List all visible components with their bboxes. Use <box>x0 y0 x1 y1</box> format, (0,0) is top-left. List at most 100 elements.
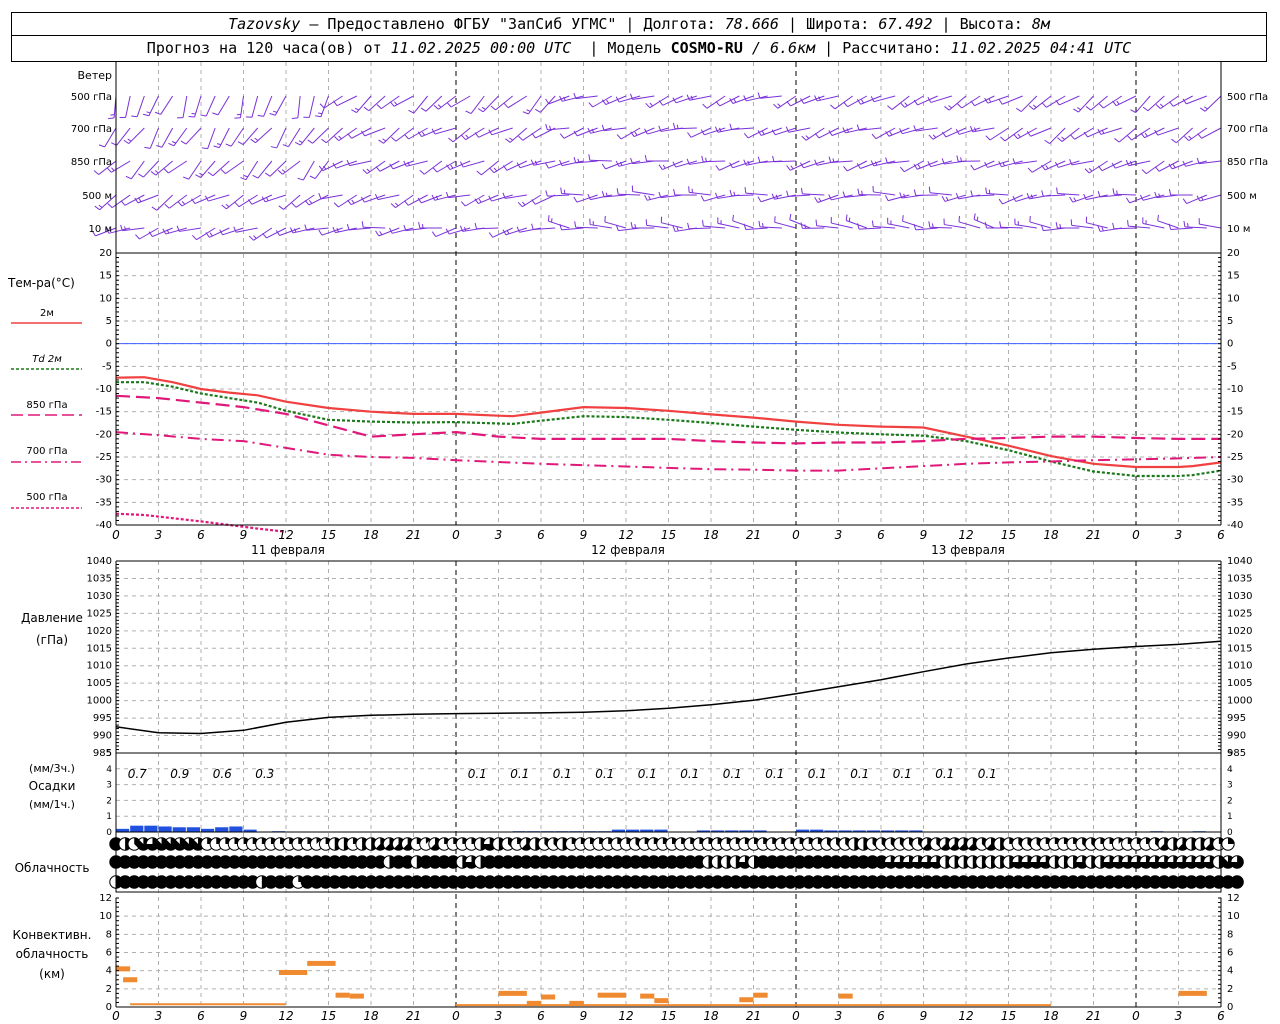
hour-tick-label: 15 <box>1001 1009 1016 1023</box>
wind-barb-feather <box>999 221 1002 228</box>
wind-barb-feather <box>1085 106 1092 111</box>
wind-barb-feather <box>1127 135 1133 141</box>
wind-barb-feather <box>225 143 232 147</box>
wind-barb-feather <box>1070 134 1076 140</box>
wind-barb-feather <box>998 98 1003 105</box>
wind-barb-shaft <box>182 95 188 118</box>
y-tick-label-right: -10 <box>1227 384 1243 395</box>
wind-barb-feather <box>1125 197 1131 204</box>
wind-barb-feather <box>904 102 908 106</box>
wind-barb-feather <box>573 157 577 164</box>
wind-barb-feather <box>1015 107 1022 112</box>
day-label: 12 февраля <box>591 543 665 557</box>
wind-barb-shaft <box>831 194 853 201</box>
wind-barb-shaft <box>930 95 952 103</box>
wind-barb-feather <box>221 204 227 210</box>
wind-barb-feather <box>957 103 963 109</box>
wind-barb-feather <box>673 189 676 196</box>
wind-barb-shaft <box>434 127 457 135</box>
wind-barb-feather <box>747 160 750 165</box>
wind-barb-feather <box>913 189 917 196</box>
legend-500-label: 500 гПа <box>26 492 67 503</box>
hour-tick-label: 15 <box>1001 528 1016 542</box>
wind-barb-shaft <box>719 160 740 171</box>
wind-barb-feather <box>902 215 904 222</box>
y-tick-label-right: -15 <box>1227 407 1243 418</box>
cloud-cover-fill <box>1228 837 1235 844</box>
convective-cloud-segment <box>838 993 853 999</box>
wind-barb-feather <box>531 132 536 139</box>
y-tick-label-right: -35 <box>1227 497 1243 508</box>
convective-title-line-3: (км) <box>39 967 65 981</box>
wind-barb-feather <box>1172 164 1176 168</box>
wind-barb-feather <box>338 135 342 140</box>
wind-barb-shaft <box>904 160 924 173</box>
wind-barb-feather <box>237 141 244 146</box>
wind-barb-feather <box>1077 107 1082 111</box>
wind-barb-feather <box>394 202 399 207</box>
wind-barb-feather <box>1183 220 1186 227</box>
hour-tick-label: 18 <box>363 528 379 542</box>
wind-barb-feather <box>127 138 132 142</box>
wind-barb-feather <box>93 170 99 175</box>
wind-barb-shaft <box>308 95 315 118</box>
wind-level-label-left: 500 м <box>82 191 112 202</box>
wind-barb-feather <box>1000 136 1006 142</box>
wind-barb-feather <box>973 213 976 220</box>
wind-barb-feather <box>857 188 860 195</box>
wind-barb-feather <box>563 189 566 194</box>
hour-tick-label: 9 <box>920 1009 928 1023</box>
y-tick-label-left: 1040 <box>87 556 112 567</box>
wind-barb-feather <box>1097 225 1101 232</box>
wind-barb-feather <box>616 134 622 140</box>
y-tick-label-left: 12 <box>99 893 112 904</box>
pressure-panel-title: Давление <box>21 611 83 625</box>
precip-3h-sum-label: 0.1 <box>595 767 614 781</box>
wind-barb-shaft <box>989 127 1009 141</box>
y-tick-label-left: -35 <box>96 497 112 508</box>
wind-barb-feather <box>391 136 397 142</box>
wind-barb-feather <box>437 104 442 108</box>
hour-tick-label: 0 <box>792 528 800 542</box>
wind-barb-feather <box>448 137 454 143</box>
hour-tick-label: 12 <box>958 1009 973 1023</box>
wind-barb-shaft <box>618 193 641 196</box>
wind-barb-feather <box>1171 138 1177 144</box>
wind-barb-feather <box>970 190 973 197</box>
wind-barb-feather <box>1013 133 1018 139</box>
wind-barb-shaft <box>338 194 358 208</box>
wind-level-label-right: 850 гПа <box>1227 157 1268 168</box>
y-tick-label-left: 15 <box>99 271 112 282</box>
wind-barb-feather <box>545 162 549 169</box>
wind-barb-feather <box>154 111 161 115</box>
wind-barb-shaft <box>1113 227 1137 230</box>
wind-barb-shaft <box>312 127 329 144</box>
wind-barb-feather <box>180 140 187 145</box>
hour-tick-label: 0 <box>112 1009 120 1023</box>
wind-barb-feather <box>389 101 395 107</box>
wind-barb-feather <box>351 109 357 114</box>
wind-barb-feather <box>676 124 679 129</box>
temperature-panel-title: Тем-ра(°C) <box>7 276 75 290</box>
wind-barb-feather <box>889 131 893 136</box>
precip-panel-title: Осадки <box>29 779 76 793</box>
wind-barb-feather <box>1155 104 1161 109</box>
hour-tick-label: 15 <box>321 1009 336 1023</box>
y-tick-label-right: 990 <box>1227 731 1246 742</box>
wind-barb-feather <box>786 165 791 171</box>
y-tick-label-left: 6 <box>106 948 112 959</box>
wind-barb-shaft <box>185 127 202 145</box>
hour-tick-label: 3 <box>835 528 843 542</box>
wind-barb-feather <box>702 103 708 109</box>
hour-tick-label: 12 <box>618 528 633 542</box>
wind-barb-feather <box>899 166 905 172</box>
wind-barb-feather <box>182 176 189 180</box>
wind-barb-shaft <box>620 127 641 140</box>
wind-barb-shaft <box>235 227 258 233</box>
hour-tick-label: 3 <box>495 528 503 542</box>
hour-tick-label: 9 <box>580 1009 588 1023</box>
wind-barb-shaft <box>915 227 938 231</box>
y-tick-label-left: 0 <box>106 1002 112 1013</box>
wind-barb-feather <box>489 167 495 174</box>
wind-barb-feather <box>138 198 142 202</box>
